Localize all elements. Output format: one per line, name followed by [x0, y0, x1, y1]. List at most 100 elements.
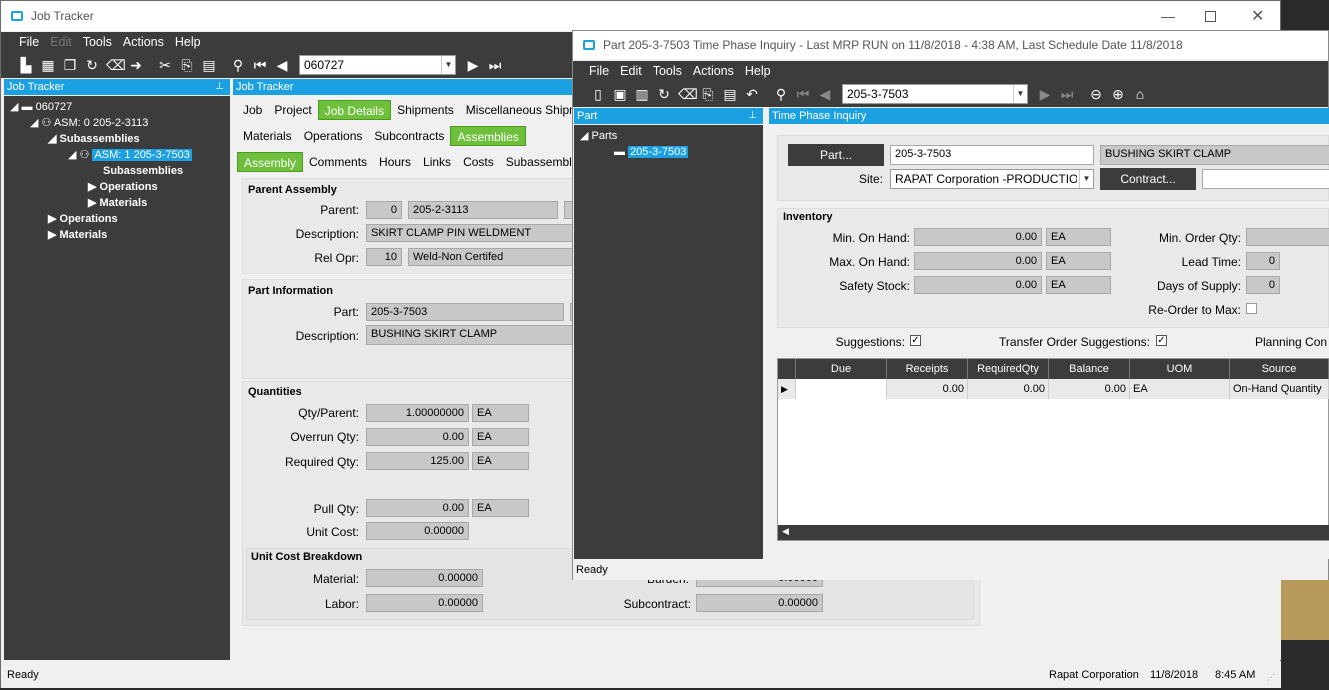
reorder-to-max-checkbox[interactable] [1246, 303, 1257, 314]
prev-icon[interactable]: ◀ [274, 57, 290, 73]
tree-node-materials[interactable]: ▶ Materials [48, 227, 107, 243]
cut-icon[interactable]: ✂ [157, 57, 173, 73]
qty-parent-field[interactable]: 1.00000000 [366, 404, 469, 422]
table-cell-source[interactable]: On-Hand Quantity [1230, 379, 1329, 399]
table-cell-uom[interactable]: EA [1130, 379, 1230, 399]
tab-costs[interactable]: Costs [457, 152, 500, 172]
menu-actions[interactable]: Actions [123, 35, 164, 49]
grid-header-balance[interactable]: Balance [1049, 359, 1130, 379]
copy2-icon[interactable]: ⎘ [179, 57, 195, 73]
back-circle-icon[interactable]: ⊖ [1088, 86, 1104, 102]
forward-circle-icon[interactable]: ⊕ [1110, 86, 1126, 102]
part-combo[interactable]: 205-3-7503 ▼ [842, 84, 1028, 104]
chevron-down-icon[interactable]: ▼ [1079, 170, 1093, 188]
labor-field[interactable]: 0.00000 [366, 594, 483, 612]
parent-part-field[interactable]: 205-2-3113 [408, 201, 558, 219]
contract-input[interactable] [1202, 169, 1329, 189]
suggestions-checkbox[interactable]: ✓ [910, 335, 921, 346]
refresh-icon[interactable]: ↻ [656, 86, 672, 102]
row-selector-icon[interactable]: ▶ [778, 379, 796, 399]
paste-icon[interactable]: ▤ [722, 86, 738, 102]
min-on-hand-field[interactable]: 0.00 [914, 228, 1042, 246]
subcontract-field[interactable]: 0.00000 [696, 594, 823, 612]
tab-assembly[interactable]: Assembly [237, 152, 304, 172]
scroll-left-icon[interactable]: ◀ [782, 526, 789, 537]
table-cell-balance[interactable]: 0.00 [1049, 379, 1130, 399]
tree-node-operations[interactable]: ▶ Operations [48, 211, 118, 227]
delete-icon[interactable]: ▥ [634, 86, 650, 102]
required-uom[interactable]: EA [472, 452, 529, 470]
tab-project[interactable]: Project [268, 100, 317, 120]
forward-icon[interactable]: ➜ [128, 57, 144, 73]
parent-description-field[interactable]: SKIRT CLAMP PIN WELDMENT [366, 224, 576, 242]
menu-help[interactable]: Help [745, 64, 771, 78]
search-icon[interactable]: ⚲ [230, 57, 246, 73]
part-input[interactable]: 205-3-7503 [890, 145, 1094, 165]
min-order-qty-field[interactable] [1246, 228, 1329, 246]
refresh-icon[interactable]: ↻ [84, 57, 100, 73]
part-button[interactable]: Part... [788, 144, 884, 166]
close-icon[interactable]: ✕ [1251, 6, 1264, 26]
tab-job[interactable]: Job [237, 100, 268, 120]
tab-comments[interactable]: Comments [303, 152, 373, 172]
paste-icon[interactable]: ▤ [201, 57, 217, 73]
tab-assemblies[interactable]: Assemblies [450, 126, 526, 146]
tab-shipments[interactable]: Shipments [391, 100, 460, 120]
max-on-hand-field[interactable]: 0.00 [914, 252, 1042, 270]
rel-opr-num-field[interactable]: 10 [366, 248, 402, 266]
tree-node-asm0[interactable]: ◢ ⚇ ASM: 0 205-2-3113 [30, 115, 148, 131]
table-cell-receipts[interactable]: 0.00 [887, 379, 968, 399]
part-description-field[interactable]: BUSHING SKIRT CLAMP [366, 325, 576, 345]
minimize-icon[interactable]: — [1161, 8, 1175, 24]
menu-edit[interactable]: Edit [620, 64, 642, 78]
tree-node-subassemblies[interactable]: ◢ Subassemblies [48, 131, 140, 147]
menu-tools[interactable]: Tools [653, 64, 682, 78]
last-icon[interactable]: ⏭ [487, 57, 503, 73]
menu-file[interactable]: File [19, 35, 39, 49]
pull-uom[interactable]: EA [472, 499, 529, 517]
chevron-down-icon[interactable]: ▼ [441, 56, 455, 74]
qty-parent-uom[interactable]: EA [472, 404, 529, 422]
first-icon[interactable]: ⏮ [795, 86, 811, 102]
resize-grip-icon[interactable]: ⋰ [1267, 673, 1275, 682]
parent-seq-field[interactable]: 0 [366, 201, 402, 219]
table-cell-due[interactable] [796, 379, 887, 399]
prev-icon[interactable]: ◀ [817, 86, 833, 102]
copy-icon[interactable]: ⎘ [700, 86, 716, 102]
tab-subcontracts[interactable]: Subcontracts [368, 126, 450, 146]
copy-icon[interactable]: ❐ [62, 57, 78, 73]
next-icon[interactable]: ▶ [465, 57, 481, 73]
menu-actions[interactable]: Actions [693, 64, 734, 78]
first-icon[interactable]: ⏮ [252, 57, 268, 73]
min-on-hand-uom[interactable]: EA [1046, 228, 1111, 246]
tab-job-details[interactable]: Job Details [317, 100, 392, 120]
max-on-hand-uom[interactable]: EA [1046, 252, 1111, 270]
tree-node-asm1-subassemblies[interactable]: Subassemblies [103, 163, 183, 179]
clear-icon[interactable]: ⌫ [678, 86, 698, 102]
tree-node-parts[interactable]: ◢ Parts [580, 128, 617, 144]
site-combo[interactable]: RAPAT Corporation -PRODUCTION ▼ [890, 169, 1094, 189]
horizontal-scrollbar[interactable]: ◀ [778, 525, 1329, 540]
lead-time-field[interactable]: 0 [1246, 252, 1280, 270]
rel-opr-desc-field[interactable]: Weld-Non Certifed [408, 248, 576, 266]
tree-node-job[interactable]: ◢ ▬ 060727 [10, 99, 72, 115]
safety-stock-field[interactable]: 0.00 [914, 276, 1042, 294]
undo-icon[interactable]: ↶ [744, 86, 760, 102]
part-field[interactable]: 205-3-7503 [366, 303, 564, 321]
pin-icon[interactable]: ⊥ [215, 79, 224, 95]
overrun-uom[interactable]: EA [472, 428, 529, 446]
grid-header-source[interactable]: Source [1230, 359, 1329, 379]
tree-node-asm1-materials[interactable]: ▶ Materials [88, 195, 147, 211]
home-icon[interactable]: ⌂ [1132, 86, 1148, 102]
days-of-supply-field[interactable]: 0 [1246, 276, 1280, 294]
next-icon[interactable]: ▶ [1037, 86, 1053, 102]
pull-field[interactable]: 0.00 [366, 499, 469, 517]
menu-help[interactable]: Help [175, 35, 201, 49]
part-description-field[interactable]: BUSHING SKIRT CLAMP [1100, 145, 1329, 165]
grid-header-uom[interactable]: UOM [1130, 359, 1230, 379]
tracker-icon[interactable]: ▙ [18, 57, 34, 73]
menu-tools[interactable]: Tools [83, 35, 112, 49]
material-field[interactable]: 0.00000 [366, 569, 483, 587]
grid-header-receipts[interactable]: Receipts [887, 359, 968, 379]
overrun-field[interactable]: 0.00 [366, 428, 469, 446]
